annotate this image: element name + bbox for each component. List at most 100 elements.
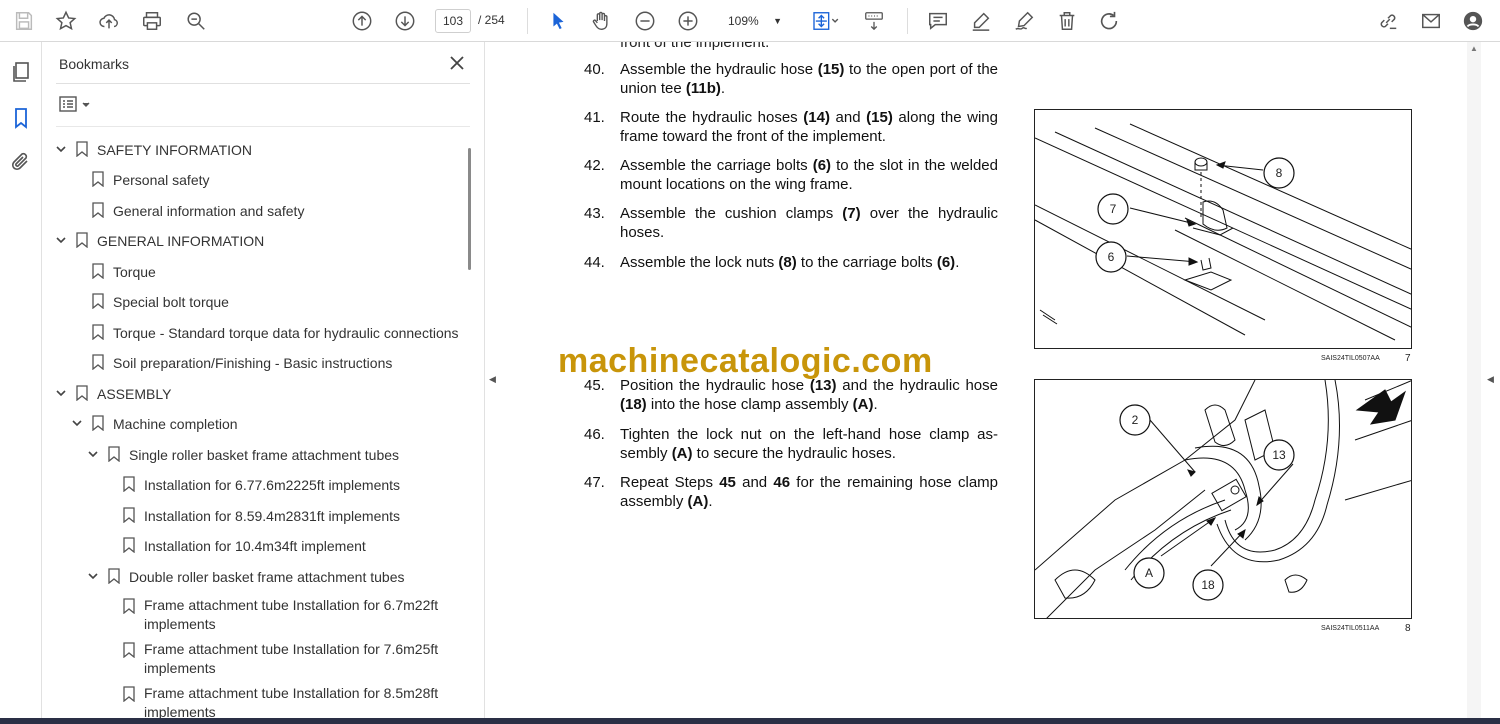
select-cursor-icon[interactable] [546,9,570,33]
bookmark-item[interactable]: Single roller basket frame attachment tu… [42,439,472,469]
bookmark-item[interactable]: Personal safety [42,164,472,194]
bookmark-item[interactable]: Installation for 8.59.4m2831ft implement… [42,500,472,530]
step-text: Route the hydraulic hoses (14) and (15) … [620,109,998,145]
step-number: 43. [584,205,605,222]
callout-label: 6 [1107,250,1115,264]
star-icon[interactable] [54,9,78,33]
bookmark-item[interactable]: ASSEMBLY [42,378,472,408]
chevron-down-icon[interactable] [71,417,83,429]
scroll-up-icon[interactable]: ▲ [1470,44,1478,53]
instruction-step: 45. Position the hydraulic hose (13) and… [584,376,1004,416]
scroll-mode-icon[interactable] [862,9,886,33]
bookmark-icon [76,385,88,401]
taskbar-edge [0,718,1500,724]
chevron-down-icon[interactable] [55,234,67,246]
chevron-down-icon[interactable] [87,570,99,582]
bookmark-label: Frame attachment tube Installation for 6… [144,597,439,632]
attachment-icon[interactable] [9,150,33,174]
collapse-panel-left-icon[interactable]: ◀ [489,374,496,385]
bookmark-options-button[interactable] [59,94,95,116]
bookmarks-rail-icon[interactable] [9,106,33,130]
bookmark-item[interactable]: Special bolt torque [42,286,472,316]
bookmark-item[interactable]: Soil preparation/Finishing - Basic instr… [42,347,472,377]
zoom-level-dropdown[interactable]: 109% ▼ [712,9,790,33]
step-text: Assemble the lock nuts (8) to the carria… [620,254,960,271]
bookmark-icon [76,141,88,157]
bookmark-icon [92,263,104,279]
instruction-step: 40. Assemble the hydraulic hose (15) to … [584,60,1004,100]
page-total: / 254 [478,13,505,27]
chevron-down-icon: ▼ [773,16,782,26]
callout-label: 7 [1109,202,1117,216]
instruction-step: 46. Tighten the lock nut on the left-han… [584,425,1004,465]
bookmark-icon [92,324,104,340]
highlight-pen-icon[interactable] [969,9,993,33]
bookmark-item[interactable]: General information and safety [42,195,472,225]
figure-hose-clamp-bolts: 8 7 6 [1034,109,1412,349]
bookmark-item[interactable]: GENERAL INFORMATION [42,225,472,255]
bookmark-icon [123,537,135,553]
document-scrollbar[interactable]: ▲ [1467,42,1481,718]
step-text: Assemble the cushion clamps (7) over the… [620,205,998,241]
bookmark-label: Soil preparation/Finishing - Basic instr… [113,355,393,371]
bookmark-item[interactable]: Frame attachment tube Installation for 8… [42,679,472,718]
page-thumbnails-icon[interactable] [9,60,33,84]
zoom-out-icon[interactable] [633,9,657,33]
instruction-step: 43. Assemble the cushion clamps (7) over… [584,204,1004,244]
callout-label: 18 [1201,578,1215,592]
figure-illustration [1035,123,1411,341]
print-icon[interactable] [140,9,164,33]
divider [56,126,470,127]
rotate-icon[interactable] [1097,9,1121,33]
step-text: Position the hydraulic hose (13) and the… [620,377,998,413]
bookmark-label: Machine completion [113,416,238,432]
bookmark-icon [92,415,104,431]
step-number: 46. [584,426,605,443]
figure-caption-code: SAIS24TIL0511AA [1321,625,1380,632]
bookmarks-scrollbar[interactable] [468,148,471,270]
bookmark-icon [123,598,135,614]
fit-page-icon[interactable] [808,9,842,33]
toolbar-divider [527,8,528,34]
callout-label: A [1144,566,1153,580]
bookmark-label: GENERAL INFORMATION [97,233,265,249]
bookmark-icon [123,686,135,702]
save-icon[interactable] [12,9,36,33]
bookmark-label: Torque [113,264,156,280]
figure-hose-routing: 2 13 A 18 [1034,379,1412,619]
upload-cloud-icon[interactable] [97,9,121,33]
bookmark-item[interactable]: Double roller basket frame attachment tu… [42,561,472,591]
instruction-step: 41. Route the hydraulic hoses (14) and (… [584,108,1004,148]
bookmark-label: Frame attachment tube Installation for 8… [144,685,439,718]
bookmark-item[interactable]: SAFETY INFORMATION [42,134,472,164]
page-down-icon[interactable] [393,9,417,33]
page-up-icon[interactable] [350,9,374,33]
bookmark-item[interactable]: Torque - Standard torque data for hydrau… [42,317,472,347]
bookmark-item[interactable]: Torque [42,256,472,286]
bookmark-item[interactable]: Installation for 6.77.6m2225ft implement… [42,469,472,499]
collapse-panel-right-icon[interactable]: ◀ [1487,374,1494,385]
figure-number: 7 [1405,353,1411,364]
zoom-search-icon[interactable] [184,9,208,33]
bookmark-icon [92,202,104,218]
account-icon[interactable] [1461,9,1485,33]
chevron-down-icon[interactable] [87,448,99,460]
delete-trash-icon[interactable] [1055,9,1079,33]
link-sign-icon[interactable] [1376,9,1400,33]
zoom-in-icon[interactable] [676,9,700,33]
comment-icon[interactable] [926,9,950,33]
chevron-down-icon[interactable] [55,143,67,155]
chevron-down-icon[interactable] [55,387,67,399]
bookmark-item[interactable]: Frame attachment tube Installation for 7… [42,635,472,679]
draw-signature-icon[interactable] [1012,9,1036,33]
bookmark-item[interactable]: Frame attachment tube Installation for 6… [42,591,472,635]
divider [56,83,470,84]
bookmark-label: Double roller basket frame attachment tu… [129,569,405,585]
hand-tool-icon[interactable] [589,9,613,33]
page-number-input[interactable]: 103 [435,9,471,33]
close-icon[interactable] [448,54,466,72]
callout-label: 2 [1131,413,1139,427]
bookmark-item[interactable]: Machine completion [42,408,472,438]
email-icon[interactable] [1419,9,1443,33]
bookmark-item[interactable]: Installation for 10.4m34ft implement [42,530,472,560]
